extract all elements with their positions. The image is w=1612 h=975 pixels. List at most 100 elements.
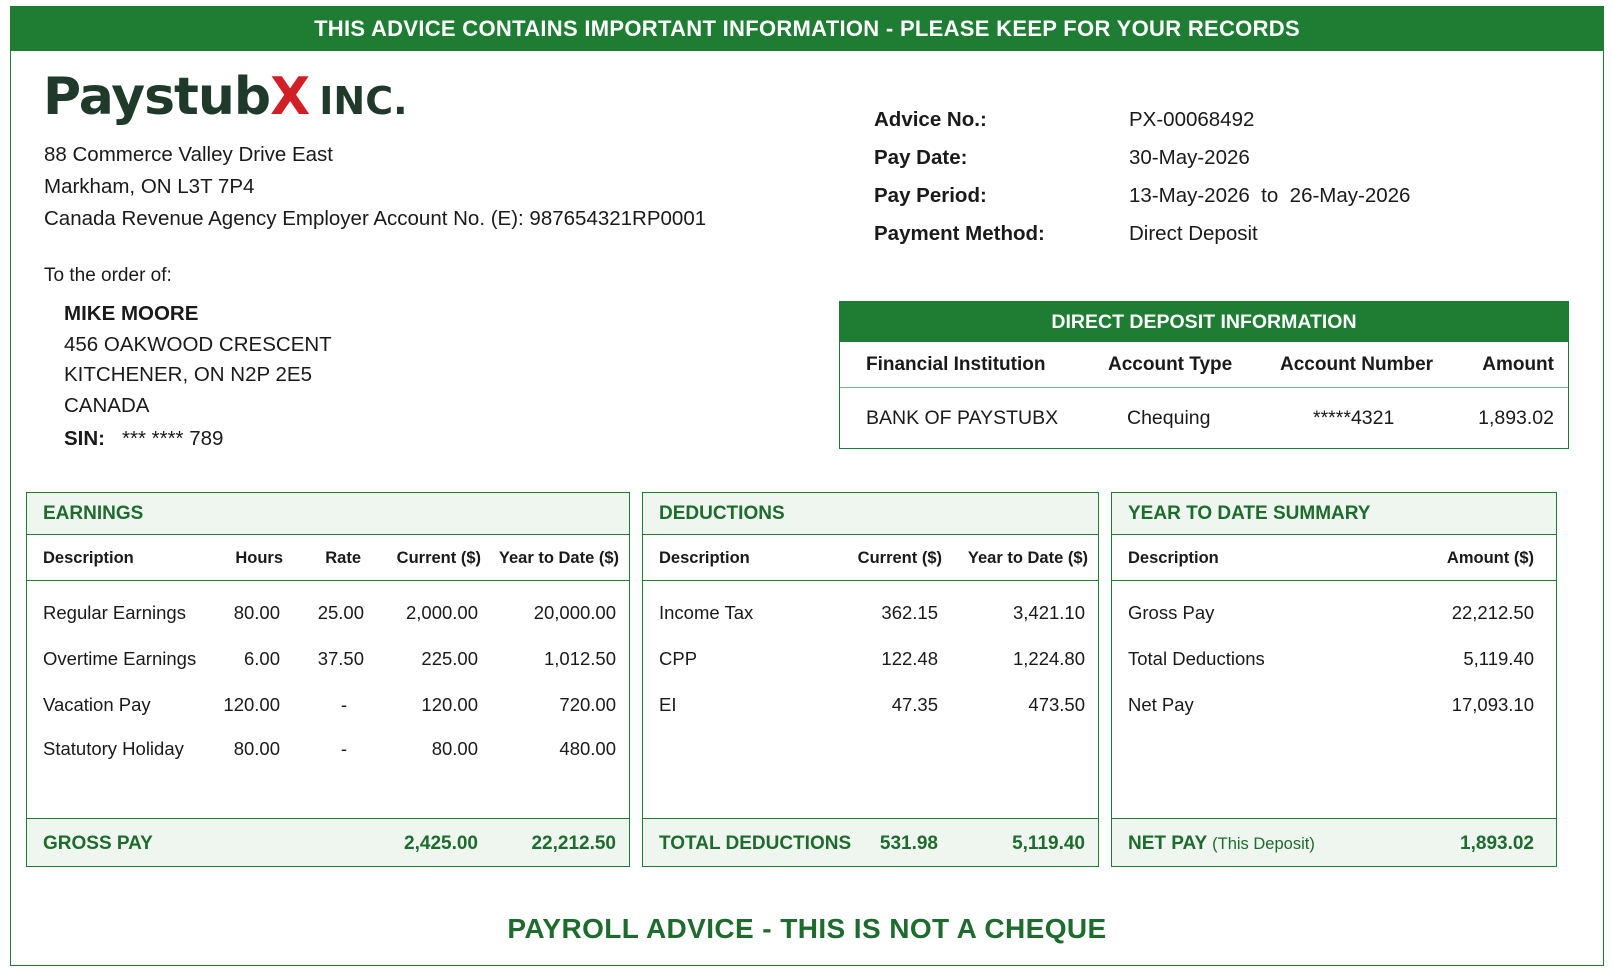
not-a-cheque-notice: PAYROLL ADVICE - THIS IS NOT A CHEQUE bbox=[507, 913, 1107, 944]
gross-pay-current: 2,425.00 bbox=[404, 833, 478, 854]
table-row: Net Pay 17,093.10 bbox=[1112, 690, 1556, 720]
account-type: Chequing bbox=[1127, 406, 1211, 429]
company-address-line1: 88 Commerce Valley Drive East bbox=[44, 143, 333, 166]
earnings-rate: - bbox=[340, 738, 347, 759]
deduction-ytd: 3,421.10 bbox=[1012, 602, 1085, 623]
earnings-hours: 80.00 bbox=[233, 738, 280, 759]
total-deductions: TOTAL DEDUCTIONS 531.98 5,119.40 bbox=[643, 818, 1098, 866]
gross-pay-total: GROSS PAY 2,425.00 22,212.50 bbox=[27, 818, 629, 866]
ytd-summary-title: YEAR TO DATE SUMMARY bbox=[1112, 493, 1556, 535]
ytd-amount: 22,212.50 bbox=[1451, 602, 1534, 623]
sin-label: SIN: bbox=[64, 427, 105, 450]
deduction-ytd: 473.50 bbox=[1028, 694, 1085, 715]
pay-period-label: Pay Period: bbox=[874, 184, 987, 207]
earnings-rows: Regular Earnings 80.00 25.00 2,000.00 20… bbox=[27, 581, 629, 818]
deduction-ytd: 1,224.80 bbox=[1012, 648, 1085, 669]
table-row: Income Tax 362.15 3,421.10 bbox=[643, 598, 1098, 628]
earnings-description: Statutory Holiday bbox=[43, 738, 184, 759]
company-logo: PaystubX INC. bbox=[43, 67, 408, 127]
table-row: Regular Earnings 80.00 25.00 2,000.00 20… bbox=[27, 598, 629, 628]
earnings-title: EARNINGS bbox=[27, 493, 629, 535]
total-deductions-current: 531.98 bbox=[879, 833, 938, 854]
gross-pay-ytd: 22,212.50 bbox=[531, 833, 616, 854]
company-address-line2: Markham, ON L3T 7P4 bbox=[44, 175, 255, 198]
pay-date-value: 30-May-2026 bbox=[1129, 146, 1250, 169]
total-deductions-label: TOTAL DEDUCTIONS bbox=[659, 833, 852, 854]
ytd-summary-rows: Gross Pay 22,212.50 Total Deductions 5,1… bbox=[1112, 581, 1556, 818]
deductions-panel: DEDUCTIONS Description Current ($) Year … bbox=[642, 492, 1099, 867]
pay-date-label: Pay Date: bbox=[874, 146, 968, 169]
total-deductions-ytd: 5,119.40 bbox=[1012, 833, 1085, 854]
advice-details: Advice No.: PX-00068492 Pay Date: 30-May… bbox=[874, 101, 1410, 253]
net-pay-label-group: NET PAY (This Deposit) bbox=[1128, 833, 1315, 855]
deposit-amount: 1,893.02 bbox=[1478, 406, 1554, 429]
table-row: Overtime Earnings 6.00 37.50 225.00 1,01… bbox=[27, 644, 629, 674]
logo-suffix: INC. bbox=[319, 79, 408, 123]
direct-deposit-header: Financial Institution Account Type Accou… bbox=[840, 342, 1568, 388]
earnings-rate: - bbox=[340, 694, 347, 715]
earnings-hours: 120.00 bbox=[223, 694, 280, 715]
col-financial-institution: Financial Institution bbox=[866, 353, 1046, 375]
earnings-col-description: Description bbox=[43, 549, 134, 567]
payment-method-value: Direct Deposit bbox=[1129, 222, 1258, 245]
col-account-number: Account Number bbox=[1280, 353, 1434, 375]
sin-value: *** **** 789 bbox=[122, 427, 224, 450]
earnings-col-current: Current ($) bbox=[396, 549, 481, 567]
earnings-ytd: 1,012.50 bbox=[543, 648, 616, 669]
earnings-rate: 37.50 bbox=[317, 648, 364, 669]
ytd-col-description: Description bbox=[1128, 549, 1219, 567]
ytd-description: Total Deductions bbox=[1128, 648, 1265, 669]
col-account-type: Account Type bbox=[1108, 353, 1233, 375]
net-pay-total: NET PAY (This Deposit) 1,893.02 bbox=[1112, 818, 1556, 866]
ytd-col-amount: Amount ($) bbox=[1446, 549, 1534, 567]
table-row: Gross Pay 22,212.50 bbox=[1112, 598, 1556, 628]
table-row: Statutory Holiday 80.00 - 80.00 480.00 bbox=[27, 734, 629, 764]
payment-method-label: Payment Method: bbox=[874, 222, 1045, 245]
earnings-current: 225.00 bbox=[421, 648, 478, 669]
table-row: Total Deductions 5,119.40 bbox=[1112, 644, 1556, 674]
logo-text: Paystub bbox=[43, 67, 271, 127]
payee-block: MIKE MOORE 456 OAKWOOD CRESCENT KITCHENE… bbox=[64, 299, 332, 455]
direct-deposit-title: DIRECT DEPOSIT INFORMATION bbox=[840, 302, 1568, 342]
bank-name: BANK OF PAYSTUBX bbox=[866, 406, 1059, 429]
sin-row: SIN: *** **** 789 bbox=[64, 424, 332, 455]
earnings-rate: 25.00 bbox=[317, 602, 364, 623]
deductions-rows: Income Tax 362.15 3,421.10 CPP 122.48 1,… bbox=[643, 581, 1098, 818]
employer-account-number: Canada Revenue Agency Employer Account N… bbox=[44, 207, 707, 230]
deduction-current: 362.15 bbox=[881, 602, 938, 623]
earnings-description: Overtime Earnings bbox=[43, 648, 197, 669]
table-row: Vacation Pay 120.00 - 120.00 720.00 bbox=[27, 690, 629, 720]
deduction-description: Income Tax bbox=[659, 602, 754, 623]
order-label: To the order of: bbox=[44, 265, 172, 286]
company-address: 88 Commerce Valley Drive East Markham, O… bbox=[44, 139, 706, 235]
deductions-header: Description Current ($) Year to Date ($) bbox=[643, 535, 1098, 581]
earnings-hours: 6.00 bbox=[243, 648, 280, 669]
payroll-advice-document: THIS ADVICE CONTAINS IMPORTANT INFORMATI… bbox=[10, 6, 1604, 966]
earnings-current: 2,000.00 bbox=[405, 602, 478, 623]
earnings-col-ytd: Year to Date ($) bbox=[498, 549, 619, 567]
payee-address-line2: KITCHENER, ON N2P 2E5 bbox=[64, 363, 312, 386]
deductions-col-ytd: Year to Date ($) bbox=[967, 549, 1088, 567]
records-banner: THIS ADVICE CONTAINS IMPORTANT INFORMATI… bbox=[11, 7, 1603, 51]
account-number: *****4321 bbox=[1313, 406, 1395, 429]
col-amount: Amount bbox=[1482, 353, 1554, 375]
payee-country: CANADA bbox=[64, 393, 150, 417]
earnings-hours: 80.00 bbox=[233, 602, 280, 623]
advice-number-label: Advice No.: bbox=[874, 108, 987, 131]
deduction-current: 122.48 bbox=[881, 648, 938, 669]
table-row: CPP 122.48 1,224.80 bbox=[643, 644, 1098, 674]
direct-deposit-box: DIRECT DEPOSIT INFORMATION Financial Ins… bbox=[839, 301, 1569, 449]
ytd-description: Net Pay bbox=[1128, 694, 1194, 715]
earnings-description: Vacation Pay bbox=[43, 694, 151, 715]
deduction-description: CPP bbox=[659, 648, 698, 669]
net-pay-label: NET PAY bbox=[1128, 833, 1207, 854]
ytd-summary-panel: YEAR TO DATE SUMMARY Description Amount … bbox=[1111, 492, 1557, 867]
earnings-panel: EARNINGS Description Hours Rate Current … bbox=[26, 492, 630, 867]
table-row: EI 47.35 473.50 bbox=[643, 690, 1098, 720]
deductions-col-description: Description bbox=[659, 549, 750, 567]
earnings-col-hours: Hours bbox=[235, 549, 283, 567]
net-pay-note: (This Deposit) bbox=[1212, 835, 1315, 853]
payee-address-line1: 456 OAKWOOD CRESCENT bbox=[64, 332, 332, 356]
advice-number-value: PX-00068492 bbox=[1129, 108, 1255, 131]
ytd-amount: 5,119.40 bbox=[1463, 648, 1534, 669]
